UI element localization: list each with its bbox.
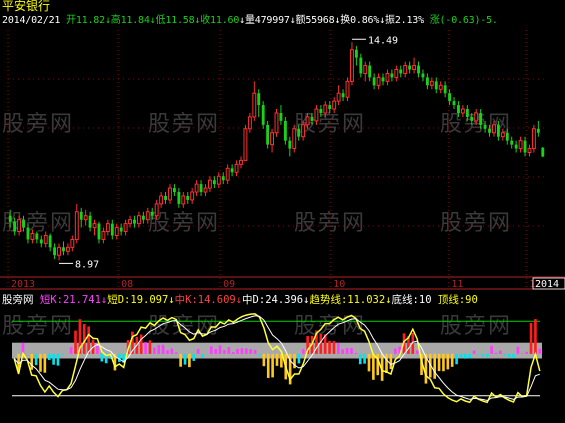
stock-chart-window: 平安银行 2014/02/21 开11.82↓高11.84↓低11.58↓收11… <box>0 0 565 423</box>
indicator-chart <box>12 313 542 404</box>
